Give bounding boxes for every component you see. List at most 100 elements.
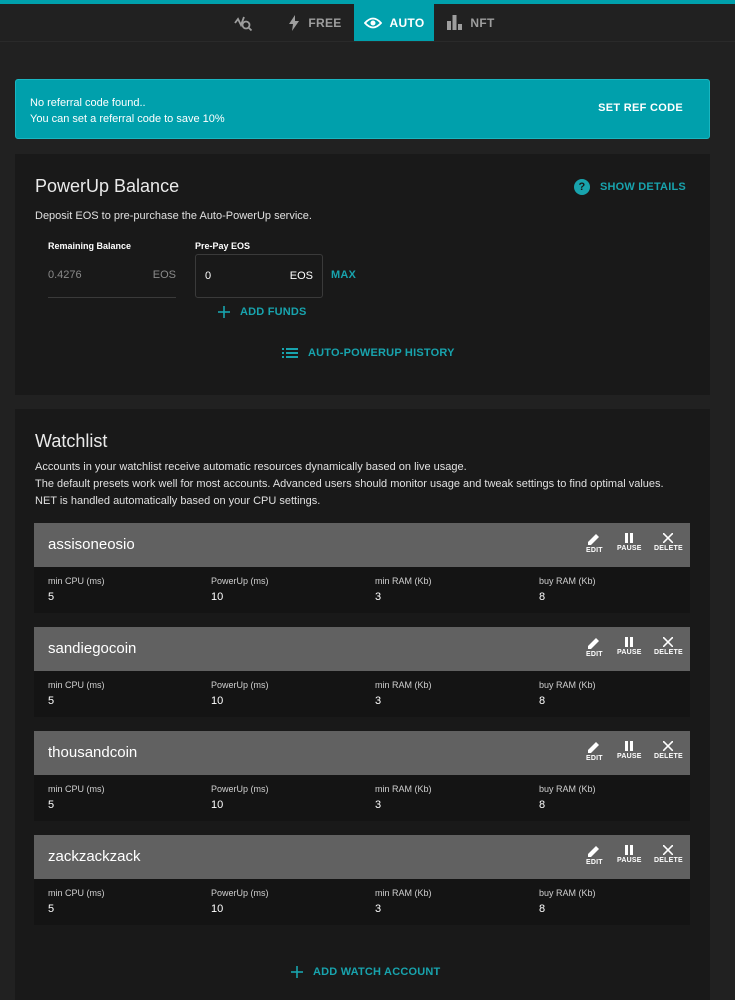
set-ref-code-button[interactable]: SET REF CODE [598, 102, 683, 114]
account-settings: min CPU (ms) 5 PowerUp (ms) 10 min RAM (… [34, 775, 690, 821]
pause-label: PAUSE [617, 857, 642, 864]
min-ram-label: min RAM (Kb) [375, 680, 432, 690]
min-cpu-stat: min CPU (ms) 5 [48, 680, 105, 707]
max-button[interactable]: MAX [331, 269, 356, 281]
pencil-icon [588, 742, 600, 753]
pause-button[interactable]: PAUSE [617, 637, 642, 656]
min-cpu-value: 5 [48, 695, 55, 707]
add-watch-account-label: ADD WATCH ACCOUNT [313, 966, 441, 978]
edit-button[interactable]: EDIT [586, 741, 603, 762]
remaining-balance-label: Remaining Balance [48, 241, 132, 251]
edit-label: EDIT [586, 755, 603, 762]
buy-ram-stat: buy RAM (Kb) 8 [539, 888, 596, 915]
min-cpu-label: min CPU (ms) [48, 576, 105, 586]
min-ram-stat: min RAM (Kb) 3 [375, 784, 432, 811]
powerup-stat: PowerUp (ms) 10 [211, 680, 269, 707]
account-settings: min CPU (ms) 5 PowerUp (ms) 10 min RAM (… [34, 567, 690, 613]
balance-description: Deposit EOS to pre-purchase the Auto-Pow… [35, 210, 312, 222]
show-details-button[interactable]: ? SHOW DETAILS [574, 179, 686, 195]
tab-auto[interactable]: AUTO [354, 4, 434, 41]
top-nav: FREE AUTO NFT [0, 4, 735, 42]
delete-label: DELETE [654, 857, 683, 864]
account-name: sandiegocoin [48, 640, 137, 657]
min-cpu-value: 5 [48, 799, 55, 811]
powerup-stat: PowerUp (ms) 10 [211, 576, 269, 603]
delete-label: DELETE [654, 753, 683, 760]
buy-ram-label: buy RAM (Kb) [539, 680, 596, 690]
powerup-value: 10 [211, 695, 224, 707]
delete-label: DELETE [654, 545, 683, 552]
min-ram-label: min RAM (Kb) [375, 888, 432, 898]
min-ram-stat: min RAM (Kb) 3 [375, 888, 432, 915]
pause-icon [625, 845, 634, 855]
powerup-stat: PowerUp (ms) 10 [211, 784, 269, 811]
add-funds-button[interactable]: ADD FUNDS [218, 306, 307, 318]
prepay-value: 0 [205, 270, 212, 282]
watchlist-desc-line-1: Accounts in your watchlist receive autom… [35, 461, 467, 473]
pause-button[interactable]: PAUSE [617, 533, 642, 552]
min-cpu-value: 5 [48, 591, 55, 603]
pencil-icon [588, 638, 600, 649]
close-icon [663, 637, 674, 647]
delete-label: DELETE [654, 649, 683, 656]
delete-button[interactable]: DELETE [654, 533, 683, 552]
edit-label: EDIT [586, 859, 603, 866]
prepay-unit: EOS [289, 270, 313, 282]
close-icon [663, 533, 674, 543]
pause-button[interactable]: PAUSE [617, 845, 642, 864]
powerup-balance-card: PowerUp Balance ? SHOW DETAILS Deposit E… [15, 154, 710, 395]
powerup-label: PowerUp (ms) [211, 784, 269, 794]
min-cpu-stat: min CPU (ms) 5 [48, 888, 105, 915]
buy-ram-value: 8 [539, 695, 546, 707]
tab-nft[interactable]: NFT [440, 4, 502, 41]
auto-powerup-history-button[interactable]: AUTO-POWERUP HISTORY [282, 347, 455, 359]
edit-button[interactable]: EDIT [586, 845, 603, 866]
pause-label: PAUSE [617, 753, 642, 760]
plus-icon [218, 306, 230, 318]
powerup-value: 10 [211, 799, 224, 811]
edit-button[interactable]: EDIT [586, 637, 603, 658]
prepay-label: Pre-Pay EOS [195, 241, 251, 251]
plus-icon [291, 966, 303, 978]
tab-auto-label: AUTO [389, 15, 425, 30]
account-settings: min CPU (ms) 5 PowerUp (ms) 10 min RAM (… [34, 671, 690, 717]
referral-banner: No referral code found.. You can set a r… [15, 79, 710, 139]
min-cpu-stat: min CPU (ms) 5 [48, 784, 105, 811]
powerup-value: 10 [211, 591, 224, 603]
min-ram-value: 3 [375, 591, 382, 603]
prepay-eos-input[interactable]: 0 EOS [195, 254, 323, 298]
pause-icon [625, 741, 634, 751]
watchlist-description: Accounts in your watchlist receive autom… [35, 459, 664, 510]
powerup-label: PowerUp (ms) [211, 576, 269, 586]
edit-label: EDIT [586, 547, 603, 554]
watchlist-desc-line-2: The default presets work well for most a… [35, 478, 664, 490]
delete-button[interactable]: DELETE [654, 637, 683, 656]
pause-button[interactable]: PAUSE [617, 741, 642, 760]
account-name: zackzackzack [48, 848, 141, 865]
buy-ram-label: buy RAM (Kb) [539, 888, 596, 898]
referral-message: No referral code found.. You can set a r… [30, 95, 225, 127]
account-header: assisoneosio EDIT PAUSE DELETE [34, 523, 690, 567]
pause-icon [625, 533, 634, 543]
tab-analytics[interactable] [223, 4, 273, 41]
add-watch-account-button[interactable]: ADD WATCH ACCOUNT [291, 966, 440, 978]
min-ram-stat: min RAM (Kb) 3 [375, 576, 432, 603]
min-cpu-value: 5 [48, 903, 55, 915]
buy-ram-stat: buy RAM (Kb) 8 [539, 680, 596, 707]
pencil-icon [588, 846, 600, 857]
tab-free[interactable]: FREE [280, 4, 350, 41]
buy-ram-stat: buy RAM (Kb) 8 [539, 576, 596, 603]
edit-button[interactable]: EDIT [586, 533, 603, 554]
remaining-balance-field: 0.4276 EOS [48, 254, 176, 298]
delete-button[interactable]: DELETE [654, 845, 683, 864]
show-details-label: SHOW DETAILS [600, 181, 686, 193]
min-ram-label: min RAM (Kb) [375, 784, 432, 794]
min-ram-value: 3 [375, 903, 382, 915]
edit-label: EDIT [586, 651, 603, 658]
delete-button[interactable]: DELETE [654, 741, 683, 760]
min-cpu-label: min CPU (ms) [48, 680, 105, 690]
pause-label: PAUSE [617, 649, 642, 656]
pause-label: PAUSE [617, 545, 642, 552]
powerup-label: PowerUp (ms) [211, 888, 269, 898]
powerup-stat: PowerUp (ms) 10 [211, 888, 269, 915]
